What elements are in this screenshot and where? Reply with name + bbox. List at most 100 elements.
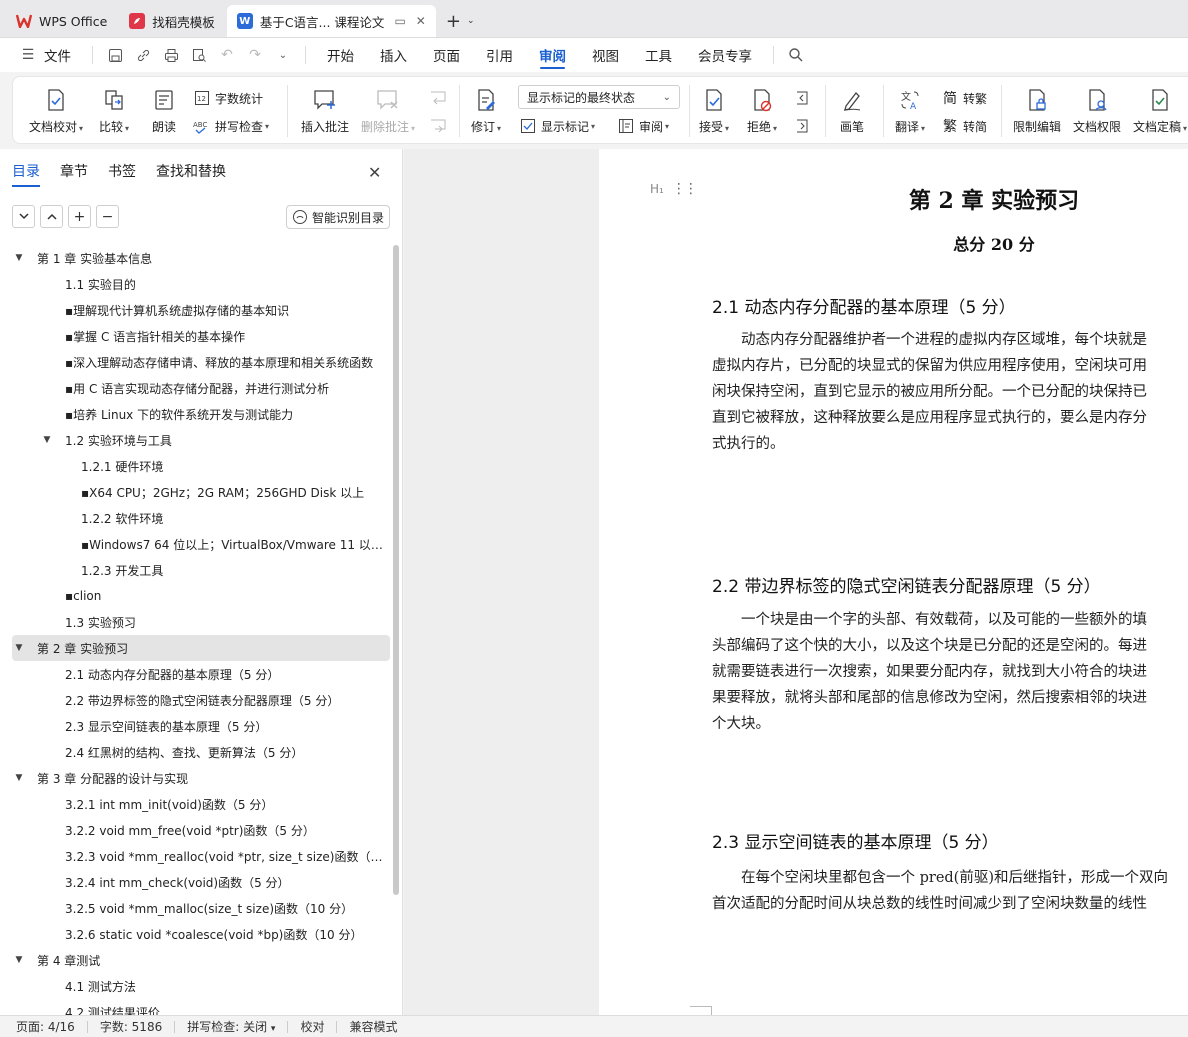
compare-button[interactable]: 比较 ▾ [99,87,129,135]
menu-page[interactable]: 页面 [420,38,473,72]
menu-tools[interactable]: 工具 [632,38,685,72]
toc-item[interactable]: ▼ 第 1 章 实验基本信息 [12,245,390,271]
toc-item[interactable]: 1.2.2 软件环境 [12,505,390,531]
toc-item[interactable]: 1.1 实验目的 [12,271,390,297]
to-simplified-button[interactable]: 繁 转简 [941,117,987,135]
nav-tab-toc[interactable]: 目录 [12,161,40,187]
menu-view[interactable]: 视图 [579,38,632,72]
toc-item[interactable]: 2.4 红黑树的结构、查找、更新算法（5 分） [12,739,390,765]
chevron-down-icon[interactable]: ⌄ [467,16,475,26]
tab-wps-office[interactable]: WPS Office [6,5,117,37]
read-aloud-button[interactable]: 朗读 [151,87,177,135]
smart-toc-button[interactable]: 智能识别目录 [286,205,390,229]
to-traditional-button[interactable]: 简 转繁 [941,89,987,107]
toc-item[interactable]: ▼ 1.2 实验环境与工具 [12,427,390,453]
page-indicator[interactable]: 页面: 4/16 [16,1018,75,1035]
heading-icon[interactable]: H₁ [650,182,664,196]
menu-references[interactable]: 引用 [473,38,526,72]
share-link-icon[interactable] [131,43,155,67]
toc-item[interactable]: ▼ 第 4 章测试 [12,947,390,973]
close-tab-icon[interactable]: ✕ [416,14,426,28]
toc-item[interactable]: ▪培养 Linux 下的软件系统开发与测试能力 [12,401,390,427]
drag-handle-icon[interactable]: ⋮⋮ [672,181,698,197]
previous-change-button[interactable] [793,89,815,107]
toc-item[interactable]: 2.2 带边界标签的隐式空闲链表分配器原理（5 分） [12,687,390,713]
print-preview-icon[interactable] [187,43,211,67]
accept-change-button[interactable]: 接受 ▾ [699,87,729,135]
heading-style-tool[interactable]: H₁ ⋮⋮ [650,181,698,197]
toc-item[interactable]: ▪clion [12,583,390,609]
word-count-status[interactable]: 字数: 5186 [100,1018,162,1035]
document-finalize-button[interactable]: 文档定稿 ▾ [1133,87,1187,135]
tab-docer-templates[interactable]: 找稻壳模板 [119,5,225,37]
nav-tab-chapters[interactable]: 章节 [60,161,88,187]
quick-access-more-icon[interactable]: ⌄ [271,43,295,67]
nav-tab-bookmarks[interactable]: 书签 [108,161,136,187]
toc-item[interactable]: ▼ 第 2 章 实验预习 [12,635,390,661]
expand-toggle-icon[interactable]: ▼ [12,773,26,783]
previous-comment-button[interactable] [429,89,451,107]
toc-item[interactable]: 4.1 测试方法 [12,973,390,999]
show-markup-button[interactable]: 显示标记 ▾ [519,117,595,135]
expand-down-icon[interactable] [12,205,35,228]
close-pane-icon[interactable]: ✕ [368,163,381,182]
toc-item[interactable]: 1.3 实验预习 [12,609,390,635]
spell-check-button[interactable]: ABC 拼写检查 ▾ [193,117,269,135]
toc-item[interactable]: 3.2.1 int mm_init(void)函数（5 分） [12,791,390,817]
pen-button[interactable]: 画笔 [839,87,865,135]
toc-item[interactable]: 1.2.1 硬件环境 [12,453,390,479]
toc-scrollbar[interactable] [393,245,399,895]
toc-item[interactable]: ▪X64 CPU；2GHz；2G RAM；256GHD Disk 以上 [12,479,390,505]
restrict-edit-button[interactable]: 限制编辑 [1013,87,1061,135]
document-permission-button[interactable]: 文档权限 [1073,87,1121,135]
search-icon[interactable] [784,43,808,67]
menu-home[interactable]: 开始 [314,38,367,72]
toc-item[interactable]: 4.2 测试结果评价 [12,999,390,1016]
menu-file[interactable]: 文件 [42,38,84,72]
print-icon[interactable] [159,43,183,67]
undo-icon[interactable]: ↶ [215,43,239,67]
toc-item[interactable]: 2.3 显示空间链表的基本原理（5 分） [12,713,390,739]
new-tab-button[interactable]: + ⌄ [438,5,483,37]
expand-toggle-icon[interactable]: ▼ [12,955,26,965]
toc-item[interactable]: 3.2.2 void mm_free(void *ptr)函数（5 分） [12,817,390,843]
remove-heading-icon[interactable]: − [96,205,119,228]
expand-toggle-icon[interactable]: ▼ [40,435,54,445]
markup-state-select[interactable]: 显示标记的最终状态 ⌄ [518,85,680,109]
toc-item[interactable]: 3.2.5 void *mm_malloc(size_t size)函数（10 … [12,895,390,921]
toc-item[interactable]: ▪用 C 语言实现动态存储分配器，并进行测试分析 [12,375,390,401]
add-heading-icon[interactable]: + [68,205,91,228]
redo-icon[interactable]: ↷ [243,43,267,67]
expand-toggle-icon[interactable]: ▼ [12,253,26,263]
toc-item[interactable]: ▼ 第 3 章 分配器的设计与实现 [12,765,390,791]
save-icon[interactable] [103,43,127,67]
toc-item[interactable]: 3.2.3 void *mm_realloc(void *ptr, size_t… [12,843,390,869]
toc-item[interactable]: ▪Windows7 64 位以上；VirtualBox/Vmware 11 以上… [12,531,390,557]
tab-current-document[interactable]: W 基于C语言... 课程论文 ▭ ✕ [226,5,436,37]
restore-window-icon[interactable]: ▭ [394,14,405,28]
toc-item[interactable]: 1.2.3 开发工具 [12,557,390,583]
next-change-button[interactable] [793,117,815,135]
word-count-button[interactable]: 12 字数统计 [193,89,263,107]
insert-comment-button[interactable]: 插入批注 [301,87,349,135]
toc-item[interactable]: 3.2.4 int mm_check(void)函数（5 分） [12,869,390,895]
spell-check-status[interactable]: 拼写检查: 关闭 ▾ [187,1018,275,1035]
menu-membership[interactable]: 会员专享 [685,38,765,72]
next-comment-button[interactable] [429,117,451,135]
collapse-up-icon[interactable] [40,205,63,228]
proofread-button[interactable]: 文档校对 ▾ [29,87,83,135]
expand-toggle-icon[interactable]: ▼ [12,643,26,653]
translate-button[interactable]: 文A 翻译 ▾ [895,87,925,135]
toc-item[interactable]: ▪掌握 C 语言指针相关的基本操作 [12,323,390,349]
toc-item[interactable]: 2.1 动态内存分配器的基本原理（5 分） [12,661,390,687]
toc-item[interactable]: 3.2.6 static void *coalesce(void *bp)函数（… [12,921,390,947]
track-changes-button[interactable]: 修订 ▾ [471,87,501,135]
reject-change-button[interactable]: 拒绝 ▾ [747,87,777,135]
nav-tab-find-replace[interactable]: 查找和替换 [156,161,226,187]
hamburger-menu-icon[interactable]: ☰ [16,43,40,67]
review-pane-button[interactable]: 审阅 ▾ [617,117,669,135]
menu-review[interactable]: 审阅 [526,38,579,72]
delete-comment-button[interactable]: 删除批注 ▾ [361,87,415,135]
toc-item[interactable]: ▪深入理解动态存储申请、释放的基本原理和相关系统函数 [12,349,390,375]
toc-item[interactable]: ▪理解现代计算机系统虚拟存储的基本知识 [12,297,390,323]
